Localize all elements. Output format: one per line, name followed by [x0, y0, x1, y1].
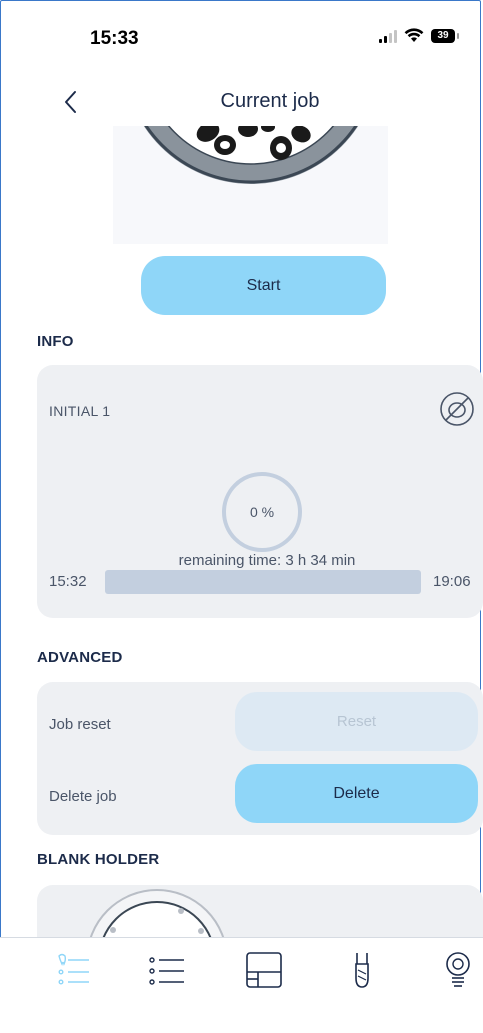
- disc-illustration: [113, 126, 388, 244]
- blank-holder-card: [37, 885, 483, 945]
- tab-layout[interactable]: [244, 950, 284, 990]
- start-time: 15:32: [49, 573, 87, 590]
- blank-holder-image: [87, 889, 227, 945]
- battery-icon: 39: [431, 28, 459, 43]
- advanced-section-title: ADVANCED: [37, 649, 123, 666]
- tool-icon: [355, 953, 369, 988]
- progress-percent: 0 %: [249, 504, 275, 520]
- tab-current-job[interactable]: [53, 950, 93, 990]
- delete-job-label: Delete job: [49, 788, 117, 805]
- delete-button[interactable]: Delete: [235, 764, 478, 823]
- disabled-icon[interactable]: [437, 389, 477, 429]
- tab-lightbulb[interactable]: [438, 950, 478, 990]
- advanced-card: Job reset Reset Delete job Delete: [37, 682, 483, 835]
- blank-holder-section-title: BLANK HOLDER: [37, 851, 160, 868]
- info-section-title: INFO: [37, 333, 74, 350]
- job-name: INITIAL 1: [49, 403, 111, 419]
- page-title: Current job: [220, 90, 320, 112]
- tab-bar: [0, 937, 483, 1033]
- list-icon: [149, 957, 184, 985]
- remaining-time: remaining time: 3 h 34 min: [178, 552, 356, 569]
- job-reset-label: Job reset: [49, 716, 111, 733]
- tab-list[interactable]: [146, 950, 186, 990]
- battery-level: 39: [437, 30, 449, 41]
- info-card: INITIAL 1 0 % remaining time: 3 h 34 min…: [37, 365, 483, 618]
- current-job-icon: [58, 953, 89, 985]
- progress-bar: [105, 570, 421, 594]
- wifi-icon: [404, 28, 424, 42]
- reset-button[interactable]: Reset: [235, 692, 478, 751]
- lightbulb-icon: [446, 952, 470, 987]
- end-time: 19:06: [433, 573, 471, 590]
- layout-icon: [246, 952, 282, 988]
- nav-header: Current job: [0, 80, 483, 124]
- tab-tool[interactable]: [342, 950, 382, 990]
- signal-icon: [379, 29, 397, 43]
- status-icons: 39: [379, 28, 459, 43]
- start-button[interactable]: Start: [141, 256, 386, 315]
- status-bar: 15:33 39: [0, 0, 483, 70]
- blank-disc-image: [113, 126, 388, 244]
- status-time: 15:33: [90, 28, 139, 49]
